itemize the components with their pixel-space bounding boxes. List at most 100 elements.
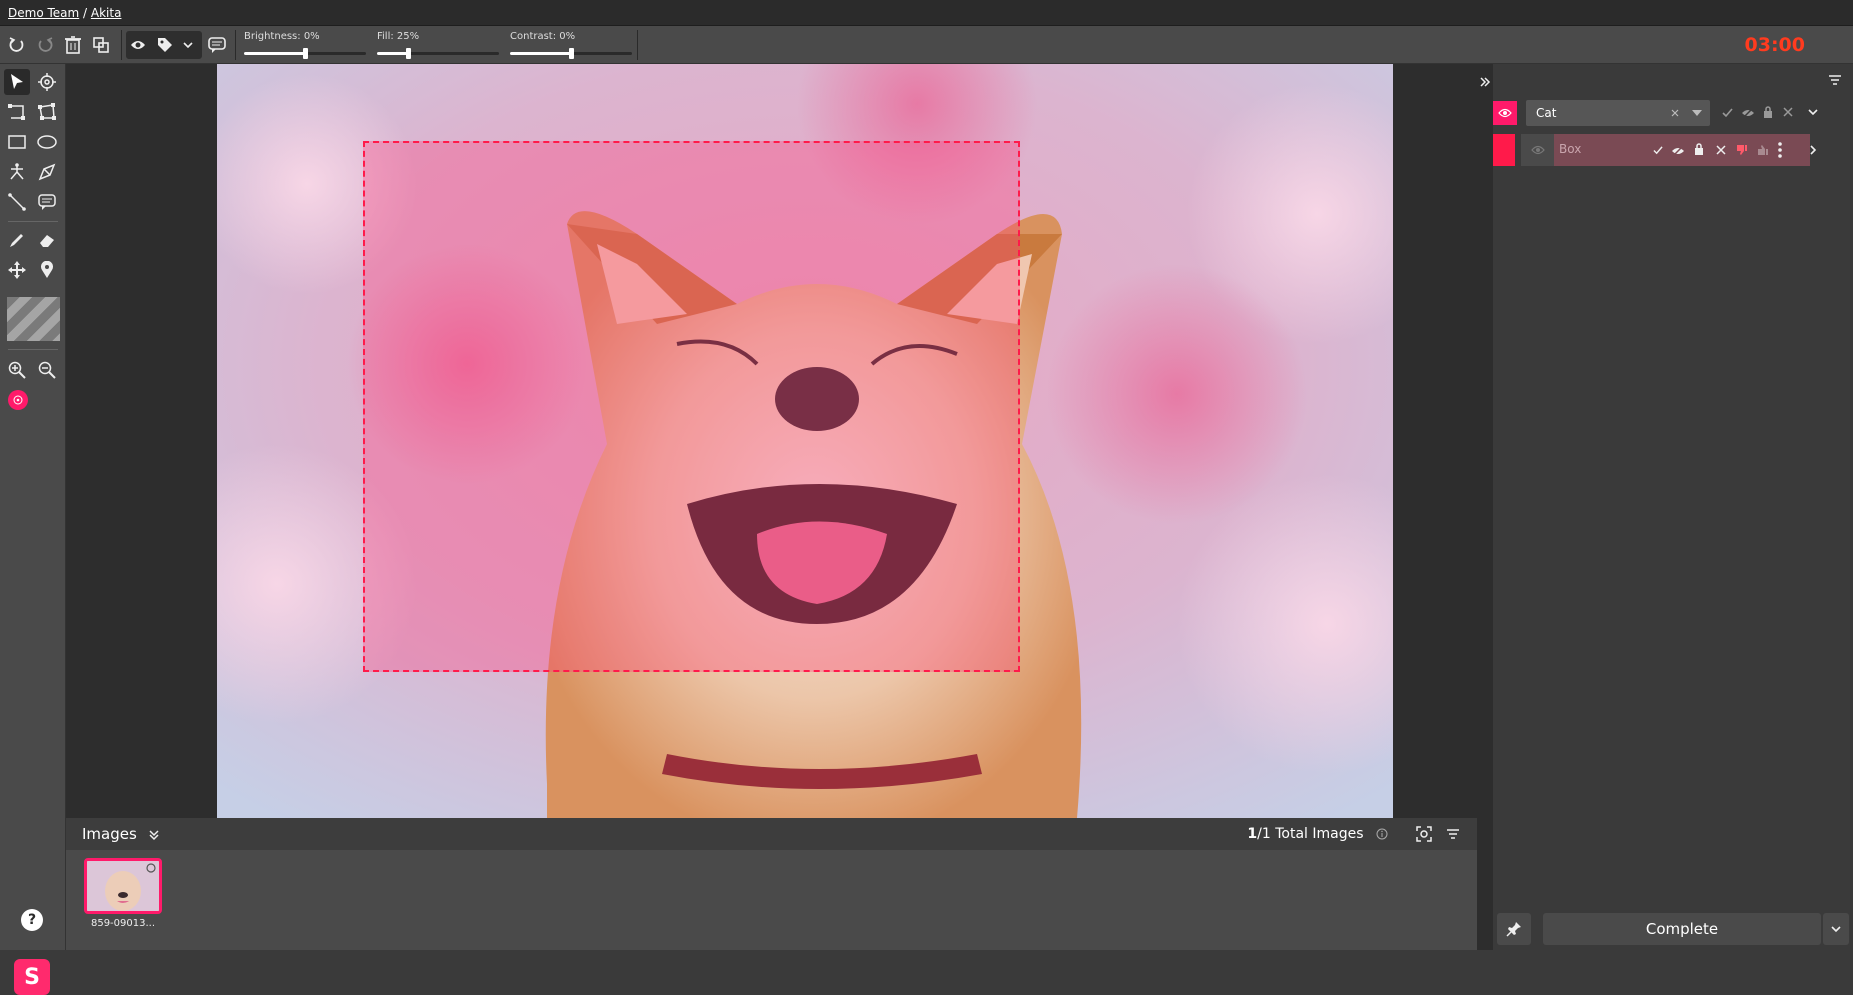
- brand-logo[interactable]: S: [14, 959, 50, 995]
- breadcrumb-team-link[interactable]: Demo Team: [8, 6, 79, 20]
- annotation-visibility-toggle[interactable]: [1521, 134, 1554, 166]
- skeleton-tool[interactable]: [4, 159, 30, 185]
- annotations-filter-button[interactable]: [1823, 68, 1847, 92]
- rectangle-tool[interactable]: [4, 129, 30, 155]
- thumbs-up-icon: [1758, 145, 1768, 155]
- thumbnail-caption: 859-09013...: [90, 918, 156, 929]
- panel-collapse-strip[interactable]: [1477, 64, 1493, 950]
- select-tool[interactable]: [4, 69, 30, 95]
- image-thumbnail[interactable]: [84, 858, 162, 914]
- class-visibility-toggle[interactable]: [1493, 101, 1517, 125]
- tool-divider: [8, 221, 58, 222]
- class-row: Cat: [1493, 100, 1821, 128]
- show-annotations-toggle[interactable]: [126, 33, 150, 57]
- brightness-label: Brightness: 0%: [244, 31, 320, 42]
- hidden-icon: [1742, 107, 1754, 119]
- pattern-swatch[interactable]: [7, 297, 60, 341]
- toolbar-divider: [121, 30, 122, 60]
- brightness-track[interactable]: [244, 48, 366, 59]
- cuboid-tool[interactable]: [34, 159, 60, 185]
- chevron-down-icon: [183, 42, 193, 49]
- trash-icon: [65, 36, 81, 54]
- toolbar: Brightness: 0% Fill: 25% Contrast: 0% 03…: [0, 26, 1853, 64]
- fill-slider[interactable]: Fill: 25%: [377, 31, 499, 59]
- comment-icon: [208, 37, 226, 53]
- move-tool[interactable]: [4, 257, 30, 283]
- label-options-dropdown[interactable]: [176, 33, 200, 57]
- more-vertical-icon: [1778, 142, 1782, 158]
- check-icon: [1653, 146, 1663, 155]
- contrast-knob[interactable]: [569, 48, 574, 59]
- clear-icon: [1671, 109, 1679, 117]
- breadcrumb-project-link[interactable]: Akita: [91, 6, 122, 20]
- images-panel-toggle[interactable]: Images: [82, 825, 160, 843]
- undo-icon: [9, 37, 24, 52]
- brightness-slider[interactable]: Brightness: 0%: [244, 31, 366, 59]
- polyline-tool[interactable]: [4, 99, 30, 125]
- cuboid-icon: [38, 163, 56, 181]
- pin-tool[interactable]: [34, 257, 60, 283]
- polyline-icon: [8, 104, 25, 120]
- complete-options-dropdown[interactable]: [1823, 913, 1849, 945]
- timer: 03:00: [1744, 34, 1805, 56]
- annotation-item[interactable]: Box: [1554, 134, 1810, 166]
- class-select[interactable]: Cat: [1526, 100, 1710, 126]
- breadcrumb-separator: /: [83, 6, 88, 20]
- comment-tool[interactable]: [34, 189, 60, 215]
- screenshot-button[interactable]: [1412, 822, 1436, 846]
- annotation-canvas[interactable]: [66, 64, 1477, 818]
- cursor-arrow-icon: [11, 74, 23, 89]
- brightness-knob[interactable]: [303, 48, 308, 59]
- undo-button[interactable]: [5, 33, 29, 57]
- complete-button[interactable]: Complete: [1543, 913, 1821, 945]
- copy-button[interactable]: [89, 33, 113, 57]
- annotation-row[interactable]: Box: [1493, 134, 1821, 166]
- tool-palette: ? S: [0, 64, 66, 995]
- fill-track[interactable]: [377, 48, 499, 59]
- zoom-in-button[interactable]: [4, 357, 30, 383]
- show-labels-toggle[interactable]: [153, 33, 177, 57]
- eye-icon: [1498, 108, 1512, 118]
- fill-knob[interactable]: [405, 48, 411, 59]
- images-filter-button[interactable]: [1441, 822, 1465, 846]
- contrast-fill: [510, 52, 571, 55]
- annotation-label: Box: [1559, 142, 1582, 156]
- zoom-out-button[interactable]: [34, 357, 60, 383]
- help-button[interactable]: ?: [21, 909, 43, 931]
- contrast-track[interactable]: [510, 48, 632, 59]
- speech-bubble-icon: [38, 194, 56, 210]
- eraser-tool[interactable]: [34, 227, 60, 253]
- delete-button[interactable]: [61, 33, 85, 57]
- chevron-right-icon: [1810, 145, 1817, 155]
- images-panel-title: Images: [82, 825, 137, 843]
- eye-icon: [1530, 145, 1545, 155]
- polygon-tool[interactable]: [34, 99, 60, 125]
- annotations-panel: [1493, 64, 1853, 950]
- line-icon: [8, 193, 26, 211]
- filter-icon: [1829, 75, 1841, 85]
- thumbnail-image: [87, 861, 159, 911]
- pen-tool[interactable]: [4, 227, 30, 253]
- line-tool[interactable]: [4, 189, 30, 215]
- crosshair-tool[interactable]: [34, 69, 60, 95]
- chevron-down-icon: [1831, 925, 1841, 932]
- tool-divider: [8, 349, 58, 350]
- pin-panel-button[interactable]: [1497, 913, 1531, 945]
- right-panel: Cat Box: [1477, 64, 1853, 950]
- map-pin-icon: [41, 261, 53, 278]
- redo-button[interactable]: [33, 33, 57, 57]
- ellipse-icon: [37, 135, 57, 149]
- move-icon: [8, 261, 26, 279]
- bounding-box-annotation[interactable]: [363, 141, 1020, 672]
- thumbs-down-icon: [1737, 145, 1747, 155]
- lock-icon: [1764, 106, 1772, 118]
- close-icon: [1716, 145, 1726, 155]
- fill-label: Fill: 25%: [377, 31, 420, 42]
- comments-toggle[interactable]: [205, 33, 229, 57]
- contrast-slider[interactable]: Contrast: 0%: [510, 31, 632, 59]
- ai-assist-button[interactable]: [8, 390, 28, 410]
- double-chevron-right-icon: [1480, 77, 1491, 87]
- ellipse-tool[interactable]: [34, 129, 60, 155]
- images-panel: Images 1/1 Total Images 859-09013...: [66, 818, 1477, 950]
- toolbar-view-group: [126, 31, 202, 59]
